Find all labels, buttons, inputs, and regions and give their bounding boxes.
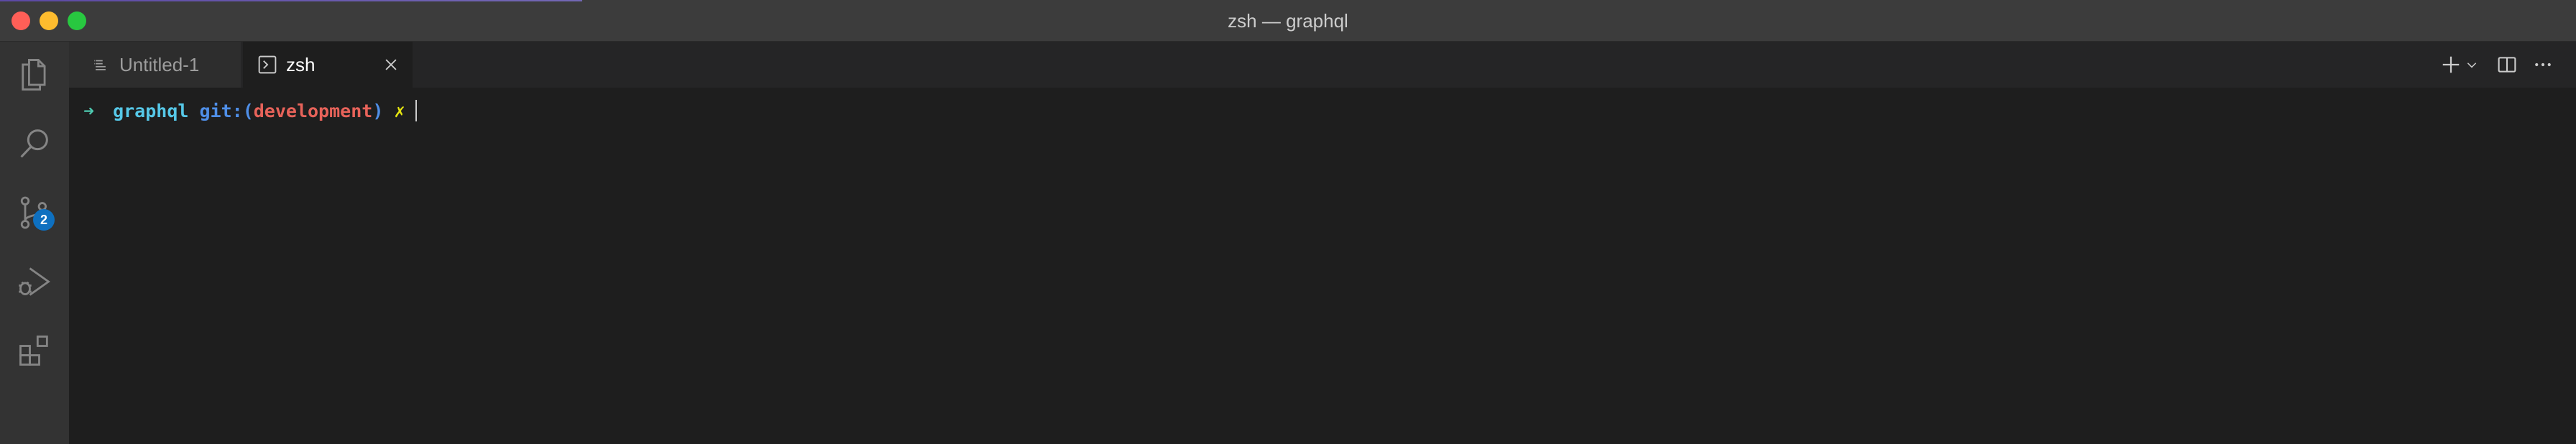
text-file-icon — [91, 55, 111, 75]
tab-zsh[interactable]: zsh — [243, 42, 413, 88]
prompt-git-prefix: git:( — [199, 100, 254, 121]
split-editor-icon[interactable] — [2494, 52, 2520, 78]
title-bar: zsh — graphql — [0, 0, 2576, 42]
window-title: zsh — graphql — [1228, 10, 1348, 32]
terminal-prompt: ➜ graphql git:(development) ✗ — [83, 96, 417, 125]
close-icon[interactable] — [381, 55, 401, 75]
editor-tabs-bar: Untitled-1 zsh — [69, 42, 2576, 88]
terminal-icon — [257, 55, 277, 75]
terminal-panel[interactable]: ➜ graphql git:(development) ✗ — [69, 88, 2576, 444]
prompt-arrow: ➜ — [83, 100, 95, 121]
tab-label: Untitled-1 — [119, 53, 200, 75]
tab-label: zsh — [286, 53, 316, 75]
extensions-icon[interactable] — [14, 330, 55, 371]
search-icon[interactable] — [14, 124, 55, 164]
prompt-dirty-marker: ✗ — [394, 100, 405, 121]
ellipsis-icon[interactable] — [2530, 52, 2556, 78]
tab-untitled-1[interactable]: Untitled-1 — [69, 42, 242, 88]
activity-bar: 2 — [0, 42, 69, 444]
prompt-branch: development — [253, 100, 373, 121]
plus-icon[interactable] — [2438, 52, 2464, 78]
run-debug-icon[interactable] — [14, 262, 55, 302]
prompt-git-suffix: ) — [372, 100, 384, 121]
chevron-down-icon[interactable] — [2464, 52, 2480, 78]
terminal-cursor — [415, 100, 417, 121]
source-control-badge: 2 — [33, 209, 55, 231]
prompt-directory: graphql — [113, 100, 189, 121]
files-icon[interactable] — [14, 55, 55, 95]
vscode-window: zsh — graphql 2 Untitled-1 zsh ➜ graphql… — [0, 0, 2576, 444]
